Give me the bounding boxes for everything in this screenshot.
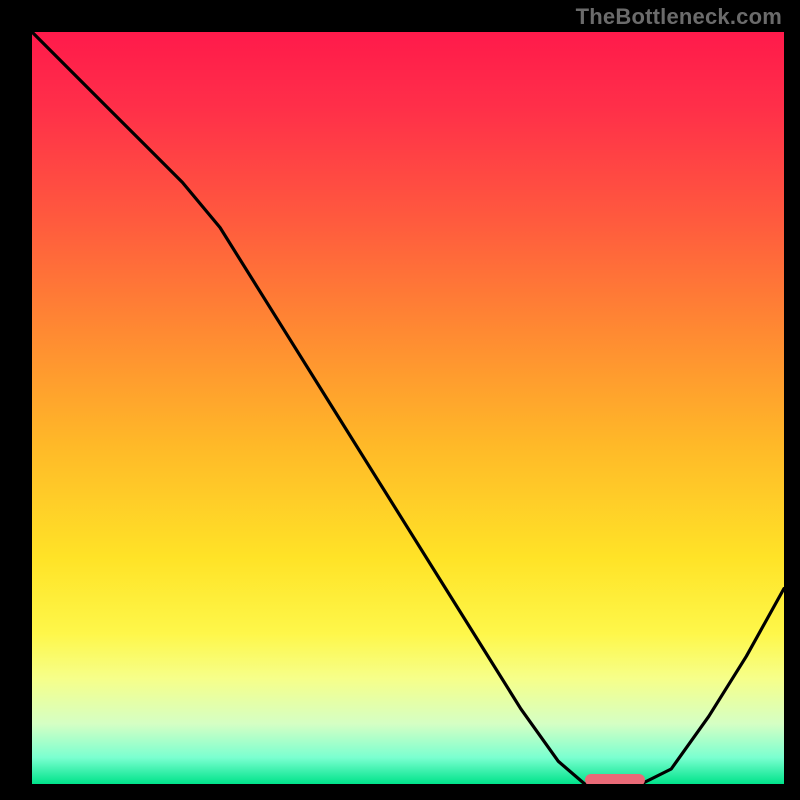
bottleneck-curve (32, 32, 784, 784)
optimal-range-marker (585, 774, 645, 784)
plot-area (32, 32, 784, 784)
chart-frame: TheBottleneck.com (0, 0, 800, 800)
watermark-text: TheBottleneck.com (576, 4, 782, 30)
